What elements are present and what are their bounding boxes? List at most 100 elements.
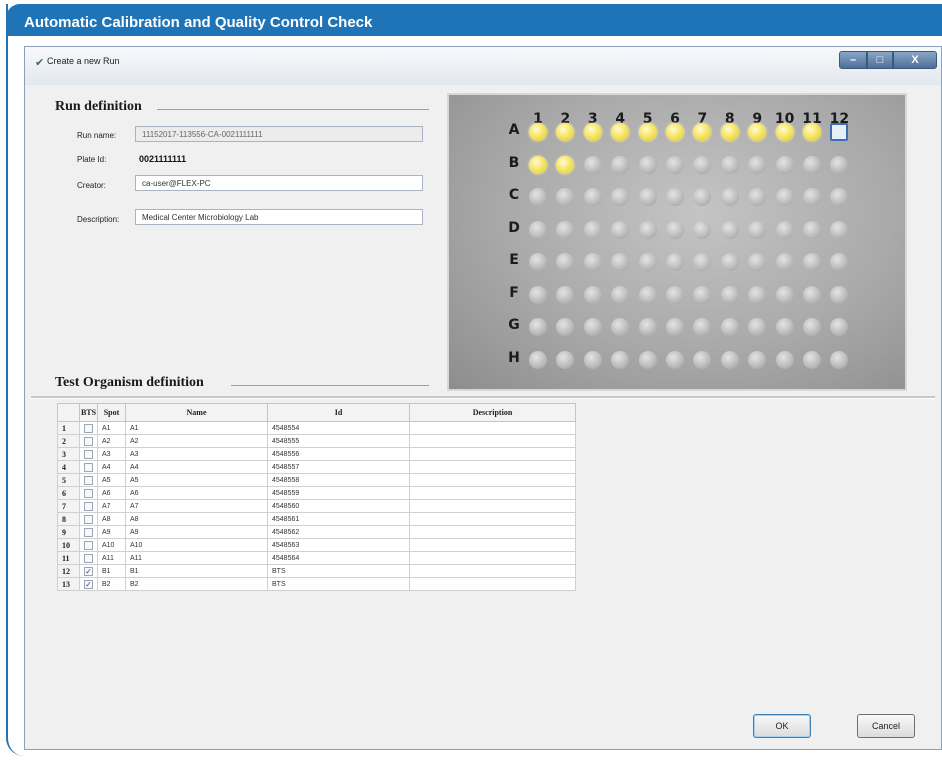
plate-well-e1[interactable] [529,253,547,271]
plate-well-h4[interactable] [611,350,630,369]
table-row[interactable]: 11 A11 A11 4548564 [57,551,576,565]
plate-well-c10[interactable] [775,188,794,206]
plate-well-a9[interactable] [748,123,767,141]
description-cell[interactable] [409,512,576,526]
plate-well-h9[interactable] [748,350,767,369]
plate-well-d6[interactable] [666,220,684,239]
plate-well-f1[interactable] [529,285,547,304]
plate-well-h2[interactable] [556,350,575,369]
id-cell[interactable]: 4548554 [267,421,410,435]
bts-checkbox[interactable] [84,501,93,511]
description-cell[interactable] [409,421,576,435]
plate-well-d3[interactable] [583,220,602,239]
id-cell[interactable]: 4548560 [267,499,410,513]
description-cell[interactable] [409,447,576,461]
bts-checkbox[interactable] [84,475,93,485]
plate-well-a2[interactable] [556,123,575,141]
plate-well-b1[interactable] [529,155,547,174]
plate-well-a5[interactable] [638,123,657,141]
spot-cell[interactable]: B2 [97,577,126,591]
plate-well-d11[interactable] [803,220,821,239]
description-column-header[interactable]: Description [409,403,576,422]
bts-column-header[interactable]: BTS [79,403,98,422]
description-field[interactable]: Medical Center Microbiology Lab [135,209,423,225]
close-button[interactable]: X [893,51,937,69]
plate-well-h1[interactable] [529,350,547,369]
description-cell[interactable] [409,460,576,474]
plate-well-d9[interactable] [748,220,767,239]
plate-well-a10[interactable] [775,123,794,141]
bts-checkbox[interactable]: ✓ [84,566,93,576]
id-cell[interactable]: 4548559 [267,486,410,500]
plate-well-g3[interactable] [583,318,602,336]
plate-well-d7[interactable] [693,220,712,239]
plate-well-h8[interactable] [720,350,739,369]
plate-well-f11[interactable] [803,285,821,304]
plate-well-f5[interactable] [638,285,657,304]
plate-well-b7[interactable] [693,155,712,174]
id-column-header[interactable]: Id [267,403,410,422]
id-cell[interactable]: 4548555 [267,434,410,448]
description-cell[interactable] [409,434,576,448]
bts-checkbox[interactable] [84,423,93,433]
spot-cell[interactable]: A8 [97,512,126,526]
plate-well-b6[interactable] [666,155,684,174]
spot-cell[interactable]: A3 [97,447,126,461]
plate-well-e5[interactable] [638,253,657,271]
plate-well-g7[interactable] [693,318,712,336]
plate-well-g10[interactable] [775,318,794,336]
name-cell[interactable]: A7 [125,499,268,513]
table-row[interactable]: 7 A7 A7 4548560 [57,499,576,513]
bts-checkbox[interactable] [84,462,93,472]
plate-well-f2[interactable] [556,285,575,304]
plate-well-a4[interactable] [611,123,630,141]
spot-cell[interactable]: A2 [97,434,126,448]
plate-well-a3[interactable] [583,123,602,141]
plate-well-e8[interactable] [720,253,739,271]
plate-well-c8[interactable] [720,188,739,206]
name-cell[interactable]: A4 [125,460,268,474]
id-cell[interactable]: BTS [267,564,410,578]
plate-well-b4[interactable] [611,155,630,174]
plate-well-c5[interactable] [638,188,657,206]
plate-well-a8[interactable] [720,123,739,141]
table-row[interactable]: 9 A9 A9 4548562 [57,525,576,539]
name-cell[interactable]: A6 [125,486,268,500]
table-row[interactable]: 6 A6 A6 4548559 [57,486,576,500]
plate-well-a6[interactable] [666,123,684,141]
plate-well-h5[interactable] [638,350,657,369]
plate-well-c11[interactable] [803,188,821,206]
name-cell[interactable]: A8 [125,512,268,526]
plate-well-f6[interactable] [666,285,684,304]
plate-well-g6[interactable] [666,318,684,336]
bts-checkbox[interactable] [84,514,93,524]
plate-well-c3[interactable] [583,188,602,206]
plate-well-c6[interactable] [666,188,684,206]
plate-well-g2[interactable] [556,318,575,336]
plate-well-d12[interactable] [830,220,849,239]
id-cell[interactable]: 4548564 [267,551,410,565]
id-cell[interactable]: 4548562 [267,525,410,539]
name-cell[interactable]: A11 [125,551,268,565]
bts-checkbox[interactable] [84,553,93,563]
plate-well-g12[interactable] [830,318,849,336]
plate-well-d1[interactable] [529,220,547,239]
spot-cell[interactable]: A1 [97,421,126,435]
spot-cell[interactable]: A5 [97,473,126,487]
bts-checkbox[interactable]: ✓ [84,579,93,589]
plate-well-e12[interactable] [830,253,849,271]
plate-well-f9[interactable] [748,285,767,304]
plate-well-b11[interactable] [803,155,821,174]
table-row[interactable]: 10 A10 A10 4548563 [57,538,576,552]
description-cell[interactable] [409,564,576,578]
id-cell[interactable]: 4548561 [267,512,410,526]
plate-well-b2[interactable] [556,155,575,174]
description-cell[interactable] [409,499,576,513]
plate-well-e10[interactable] [775,253,794,271]
plate-well-f7[interactable] [693,285,712,304]
table-row[interactable]: 1 A1 A1 4548554 [57,421,576,435]
spot-cell[interactable]: A6 [97,486,126,500]
plate-well-h7[interactable] [693,350,712,369]
table-row[interactable]: 5 A5 A5 4548558 [57,473,576,487]
run-name-field[interactable]: 11152017-113556-CA-0021111111 [135,126,423,142]
